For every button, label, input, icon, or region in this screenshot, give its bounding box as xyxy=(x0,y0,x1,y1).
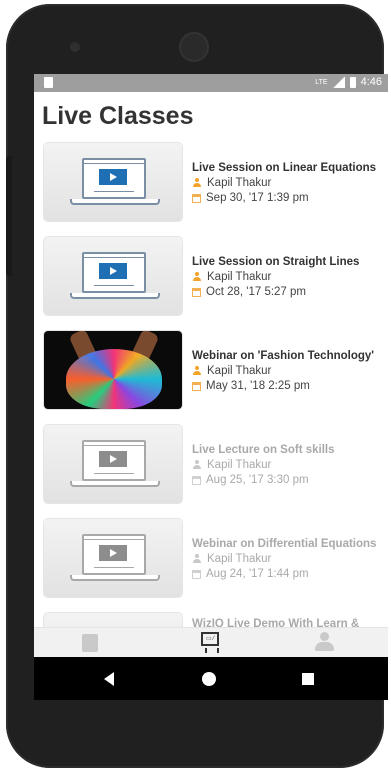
class-date: Sep 30, '17 1:39 pm xyxy=(206,192,309,204)
class-date: May 31, '18 2:25 pm xyxy=(206,380,310,392)
front-camera xyxy=(70,42,80,52)
teacher-name: Kapil Thakur xyxy=(207,365,272,377)
class-date: Aug 25, '17 3:30 pm xyxy=(206,474,309,486)
clock: 4:46 xyxy=(360,76,382,88)
back-icon[interactable] xyxy=(104,672,114,686)
classroom-icon[interactable]: ▭ ⁄ xyxy=(201,632,219,653)
book-icon[interactable] xyxy=(82,634,98,652)
status-bar: LTE 4:46 xyxy=(34,74,388,92)
video-thumbnail xyxy=(44,237,182,315)
play-icon xyxy=(99,169,127,185)
play-icon xyxy=(99,263,127,279)
list-item[interactable]: Live Session on Straight Lines Kapil Tha… xyxy=(34,234,388,328)
phone-frame: LTE 4:46 Live Classes Live Session on Li… xyxy=(6,4,388,768)
calendar-icon xyxy=(192,475,201,485)
recent-apps-icon[interactable] xyxy=(302,673,314,685)
calendar-icon xyxy=(192,287,201,297)
home-icon[interactable] xyxy=(202,672,216,686)
side-button xyxy=(6,156,12,276)
list-item[interactable]: Webinar on Differential Equations Kapil … xyxy=(34,516,388,610)
sd-card-icon xyxy=(44,77,53,88)
teacher-icon xyxy=(192,178,202,188)
teacher-icon xyxy=(192,460,202,470)
class-title: Webinar on 'Fashion Technology' xyxy=(192,350,375,362)
class-title: Live Session on Straight Lines xyxy=(192,256,360,268)
teacher-icon xyxy=(192,366,202,376)
calendar-icon xyxy=(192,193,201,203)
webinar-photo xyxy=(44,331,182,409)
teacher-icon xyxy=(192,272,202,282)
android-nav-bar xyxy=(34,657,388,700)
battery-icon xyxy=(349,76,356,88)
calendar-icon xyxy=(192,569,201,579)
class-title: Live Lecture on Soft skills xyxy=(192,444,335,456)
class-title: Webinar on Differential Equations xyxy=(192,538,377,550)
teacher-name: Kapil Thakur xyxy=(207,459,272,471)
video-thumbnail xyxy=(44,425,182,503)
video-thumbnail xyxy=(44,143,182,221)
network-type: LTE xyxy=(315,78,328,86)
teacher-icon xyxy=(192,554,202,564)
user-icon[interactable] xyxy=(314,632,334,652)
list-item[interactable]: Live Session on Linear Equations Kapil T… xyxy=(34,140,388,234)
play-icon xyxy=(99,545,127,561)
video-thumbnail xyxy=(44,519,182,597)
play-icon xyxy=(99,451,127,467)
teacher-name: Kapil Thakur xyxy=(207,553,272,565)
list-item[interactable]: Live Lecture on Soft skills Kapil Thakur… xyxy=(34,422,388,516)
class-date: Aug 24, '17 1:44 pm xyxy=(206,568,309,580)
earpiece xyxy=(179,32,209,62)
list-item[interactable]: Webinar on 'Fashion Technology' Kapil Th… xyxy=(34,328,388,422)
teacher-name: Kapil Thakur xyxy=(207,177,272,189)
calendar-icon xyxy=(192,381,201,391)
bottom-tab-bar: ▭ ⁄ xyxy=(34,627,388,658)
signal-icon xyxy=(332,76,345,88)
class-list: Live Session on Linear Equations Kapil T… xyxy=(34,140,388,700)
page-title: Live Classes xyxy=(42,102,194,130)
class-date: Oct 28, '17 5:27 pm xyxy=(206,286,307,298)
teacher-name: Kapil Thakur xyxy=(207,271,272,283)
class-title: Live Session on Linear Equations xyxy=(192,162,377,174)
screen: LTE 4:46 Live Classes Live Session on Li… xyxy=(34,74,388,700)
